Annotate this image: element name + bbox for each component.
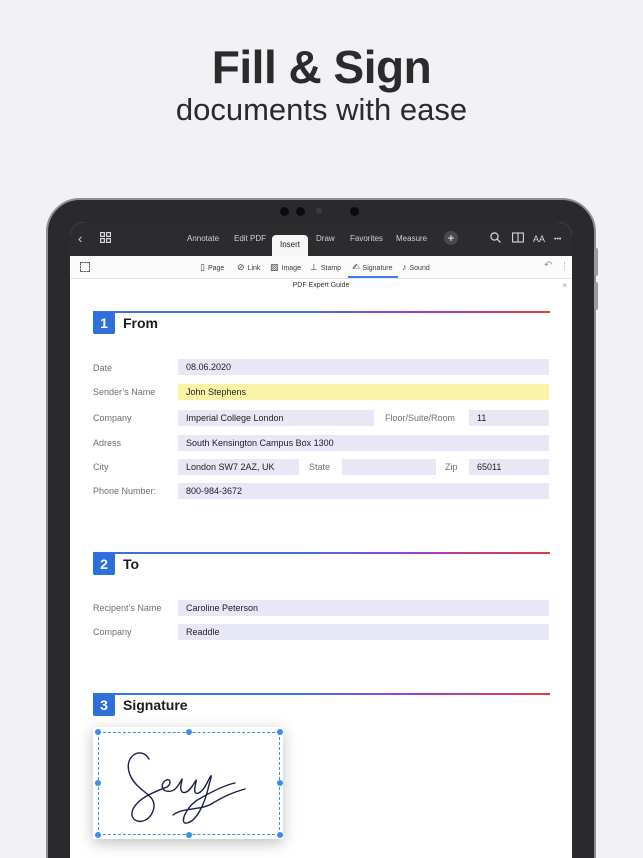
section-title: To [123, 556, 140, 572]
tab-measure[interactable]: Measure [396, 234, 427, 243]
insert-toolbar: ▯ Page ⊘ Link ▨ Image ⊥ Stamp ✍ Signature ♪ So… [70, 256, 572, 279]
address-field[interactable]: South Kensington Campus Box 1300 [178, 435, 549, 451]
resize-handle[interactable] [277, 832, 283, 838]
camera-lens-icon [316, 208, 322, 214]
tab-insert[interactable]: Insert [272, 235, 309, 257]
link-icon: ⊘ [237, 262, 245, 272]
resize-handle[interactable] [95, 780, 101, 786]
resize-handle[interactable] [95, 832, 101, 838]
close-icon[interactable]: × [562, 279, 567, 293]
grid-icon[interactable] [100, 232, 111, 246]
state-label: State [309, 462, 331, 472]
phone-field[interactable]: 800-984-3672 [178, 483, 549, 499]
signature-icon: ✍ [352, 262, 360, 272]
document-title: PDF Expert Guide [292, 282, 350, 289]
recipient-company-field[interactable]: Readdle [178, 624, 549, 640]
tool-sound[interactable]: ♪ Sound [402, 262, 430, 272]
sensor-icon [296, 207, 305, 216]
text-size-icon[interactable]: AA [533, 232, 545, 246]
tool-image[interactable]: ▨ Image [270, 262, 301, 273]
recipient-company-label: Company [93, 627, 132, 637]
drag-handle-icon[interactable] [564, 262, 566, 270]
recipient-name-label: Recipent’s Name [93, 603, 162, 613]
section-number: 1 [93, 312, 115, 334]
section-number: 2 [93, 553, 115, 575]
undo-icon[interactable]: ↶ [544, 260, 552, 271]
plus-icon[interactable]: + [444, 231, 458, 245]
device-volume-button [594, 248, 598, 276]
camera-bar [280, 205, 370, 217]
sensor-icon [350, 207, 359, 216]
zip-field[interactable]: 65011 [469, 459, 549, 475]
phone-label: Phone Number: [93, 486, 157, 496]
address-label: Adress [93, 438, 122, 448]
floor-label: Floor/Suite/Room [385, 413, 456, 423]
tab-annotate[interactable]: Annotate [187, 234, 219, 243]
book-icon[interactable] [512, 232, 524, 246]
stamp-icon: ⊥ [310, 262, 318, 272]
main-toolbar: ‹ Annotate Edit PDF Insert Draw Favorite… [70, 222, 572, 257]
sender-name-field[interactable]: John Stephens [178, 384, 549, 400]
section-divider [93, 693, 550, 695]
zip-label: Zip [445, 462, 458, 472]
section-divider [93, 552, 550, 554]
resize-handle[interactable] [277, 780, 283, 786]
section-title: From [123, 315, 158, 331]
camera-icon [280, 207, 289, 216]
resize-handle[interactable] [95, 729, 101, 735]
back-icon[interactable]: ‹ [78, 232, 82, 246]
tool-link-label: Link [247, 265, 261, 272]
date-field[interactable]: 08.06.2020 [178, 359, 549, 375]
section-title: Signature [123, 697, 188, 713]
more-icon[interactable]: ••• [554, 233, 561, 247]
company-label: Company [93, 413, 132, 423]
resize-handle[interactable] [186, 832, 192, 838]
date-label: Date [93, 363, 113, 373]
tool-stamp[interactable]: ⊥ Stamp [310, 262, 341, 273]
tool-sound-label: Sound [409, 265, 430, 272]
company-field[interactable]: Imperial College London [178, 410, 374, 426]
image-icon: ▨ [270, 262, 279, 272]
hero-title: Fill & Sign [211, 41, 432, 93]
section-number: 3 [93, 694, 115, 716]
section-to-header: 2 To [93, 552, 550, 575]
resize-handle[interactable] [186, 729, 192, 735]
signature-annotation[interactable] [93, 727, 283, 839]
recipient-name-field[interactable]: Caroline Peterson [178, 600, 549, 616]
signature-drawing [127, 752, 246, 824]
resize-handle[interactable] [277, 729, 283, 735]
floor-field[interactable]: 11 [469, 410, 549, 426]
active-tool-indicator [348, 276, 398, 278]
tool-page[interactable]: ▯ Page [200, 262, 224, 273]
app-screen: ‹ Annotate Edit PDF Insert Draw Favorite… [70, 222, 572, 858]
tool-link[interactable]: ⊘ Link [237, 262, 260, 273]
sender-name-label: Sender’s Name [93, 387, 156, 397]
selection-tool-icon[interactable] [80, 262, 90, 272]
section-signature-header: 3 Signature [93, 693, 550, 716]
document-title-bar: PDF Expert Guide × [70, 279, 572, 293]
section-divider [93, 311, 550, 313]
page-plus-icon: ▯ [200, 262, 205, 272]
tool-signature[interactable]: ✍ Signature [352, 262, 393, 273]
tool-page-label: Page [207, 265, 225, 272]
tab-draw[interactable]: Draw [316, 234, 335, 243]
device-volume-button [594, 282, 598, 310]
section-from-header: 1 From [93, 311, 550, 334]
microphone-icon: ♪ [402, 262, 407, 272]
tool-signature-label: Signature [362, 265, 393, 272]
city-label: City [93, 462, 109, 472]
hero-subtitle: documents with ease [175, 92, 468, 127]
state-field[interactable] [342, 459, 436, 475]
tool-stamp-label: Stamp [320, 265, 342, 272]
tab-edit-pdf[interactable]: Edit PDF [234, 234, 266, 243]
city-field[interactable]: London SW7 2AZ, UK [178, 459, 299, 475]
tool-image-label: Image [281, 265, 301, 272]
search-icon[interactable] [490, 232, 501, 246]
tab-favorites[interactable]: Favorites [350, 234, 383, 243]
